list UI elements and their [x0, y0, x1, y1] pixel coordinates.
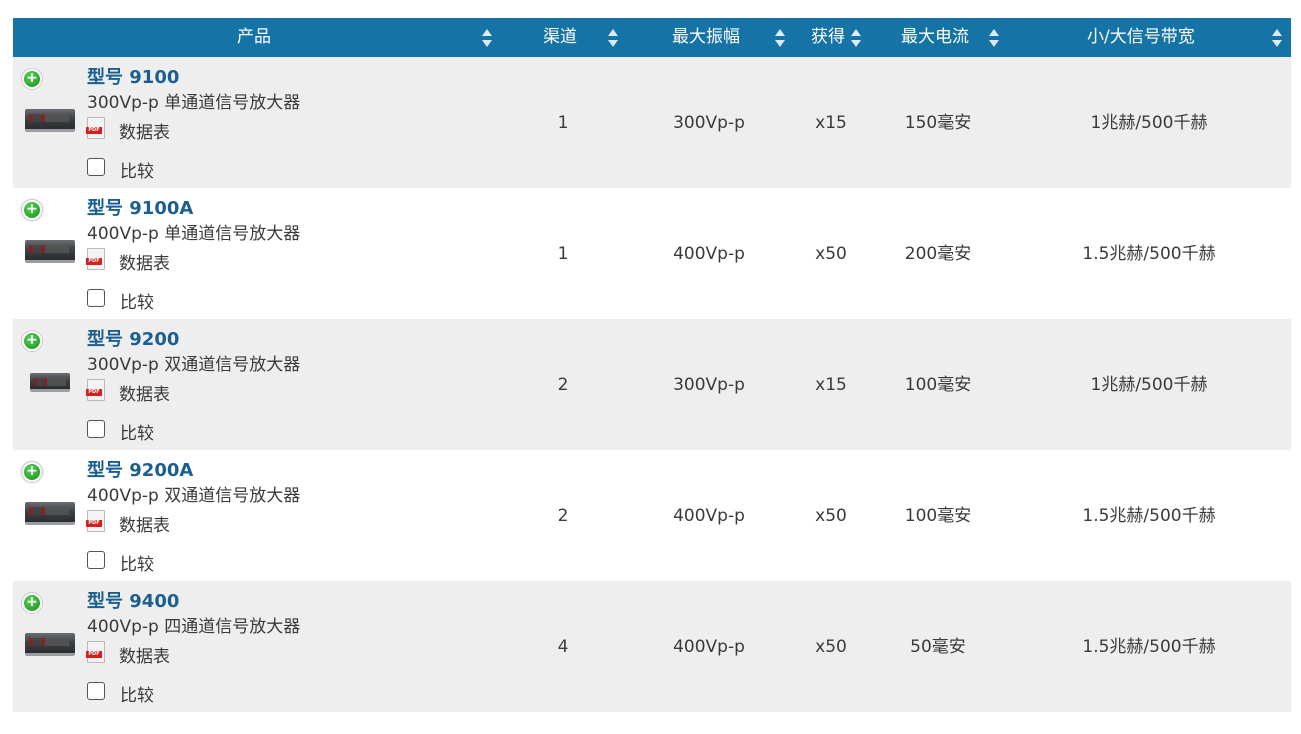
compare-checkbox[interactable] [87, 551, 105, 569]
product-description: 400Vp-p 单通道信号放大器 [87, 224, 301, 244]
gain-value: x15 [815, 113, 847, 133]
table-row: + 型号 9100 300Vp-p 单通道信号放大器 PDF 数据表 比较 1 … [13, 57, 1291, 188]
plus-icon: + [24, 464, 40, 480]
datasheet-link[interactable]: 数据表 [119, 249, 170, 274]
table-row: + 型号 9200A 400Vp-p 双通道信号放大器 PDF 数据表 比较 2… [13, 450, 1291, 581]
sort-product-icon[interactable] [482, 29, 492, 47]
table-row: + 型号 9100A 400Vp-p 单通道信号放大器 PDF 数据表 比较 1… [13, 188, 1291, 319]
add-circle-icon[interactable]: + [21, 592, 43, 614]
column-header-max-amplitude[interactable]: 最大振幅 [672, 18, 740, 57]
plus-icon: + [24, 595, 40, 611]
max-amplitude-value: 300Vp-p [673, 113, 745, 133]
datasheet-link[interactable]: 数据表 [119, 380, 170, 405]
compare-label[interactable]: 比较 [120, 157, 154, 182]
max-current-value: 100毫安 [904, 375, 972, 395]
sort-gain-icon[interactable] [851, 29, 861, 47]
bandwidth-value: 1兆赫/500千赫 [1090, 113, 1208, 133]
compare-label[interactable]: 比较 [120, 550, 154, 575]
compare-label[interactable]: 比较 [120, 681, 154, 706]
max-current-value: 50毫安 [910, 637, 966, 657]
product-comparison-table: 产品 渠道 最大振幅 获得 最大电流 小/大信号带宽 + 型号 9100 300… [13, 18, 1291, 712]
compare-checkbox[interactable] [87, 420, 105, 438]
product-image [25, 240, 75, 263]
gain-value: x15 [815, 375, 847, 395]
max-current-value: 150毫安 [904, 113, 972, 133]
max-amplitude-value: 400Vp-p [673, 506, 745, 526]
datasheet-link[interactable]: 数据表 [119, 642, 170, 667]
product-image [25, 502, 75, 525]
model-link[interactable]: 型号 9400 [87, 587, 179, 613]
compare-label[interactable]: 比较 [120, 288, 154, 313]
datasheet-link[interactable]: 数据表 [119, 511, 170, 536]
model-link[interactable]: 型号 9100 [87, 63, 179, 89]
product-image [30, 373, 70, 392]
pdf-icon[interactable]: PDF [86, 117, 105, 139]
column-header-max-current[interactable]: 最大电流 [901, 18, 969, 57]
model-link[interactable]: 型号 9200 [87, 325, 179, 351]
add-circle-icon[interactable]: + [21, 330, 43, 352]
compare-label[interactable]: 比较 [120, 419, 154, 444]
bandwidth-value: 1.5兆赫/500千赫 [1082, 506, 1216, 526]
product-description: 300Vp-p 双通道信号放大器 [87, 355, 301, 375]
compare-checkbox[interactable] [87, 682, 105, 700]
max-amplitude-value: 400Vp-p [673, 244, 745, 264]
gain-value: x50 [815, 637, 847, 657]
product-image [25, 633, 75, 656]
max-current-value: 200毫安 [904, 244, 972, 264]
bandwidth-value: 1.5兆赫/500千赫 [1082, 244, 1216, 264]
column-header-gain[interactable]: 获得 [811, 18, 845, 57]
channels-value: 2 [557, 375, 569, 395]
pdf-icon[interactable]: PDF [86, 379, 105, 401]
channels-value: 4 [557, 637, 569, 657]
model-link[interactable]: 型号 9200A [87, 456, 193, 482]
product-description: 400Vp-p 四通道信号放大器 [87, 617, 301, 637]
plus-icon: + [24, 202, 40, 218]
channels-value: 2 [557, 506, 569, 526]
compare-checkbox[interactable] [87, 158, 105, 176]
channels-value: 1 [557, 244, 569, 264]
datasheet-link[interactable]: 数据表 [119, 118, 170, 143]
channels-value: 1 [557, 113, 569, 133]
pdf-icon[interactable]: PDF [86, 641, 105, 663]
add-circle-icon[interactable]: + [21, 68, 43, 90]
table-row: + 型号 9400 400Vp-p 四通道信号放大器 PDF 数据表 比较 4 … [13, 581, 1291, 712]
max-current-value: 100毫安 [904, 506, 972, 526]
product-description: 300Vp-p 单通道信号放大器 [87, 93, 301, 113]
column-header-channels[interactable]: 渠道 [543, 18, 577, 57]
max-amplitude-value: 400Vp-p [673, 637, 745, 657]
max-amplitude-value: 300Vp-p [673, 375, 745, 395]
pdf-icon[interactable]: PDF [86, 510, 105, 532]
bandwidth-value: 1兆赫/500千赫 [1090, 375, 1208, 395]
add-circle-icon[interactable]: + [21, 461, 43, 483]
column-header-bandwidth[interactable]: 小/大信号带宽 [1087, 18, 1195, 57]
sort-channels-icon[interactable] [608, 29, 618, 47]
product-image [25, 109, 75, 132]
sort-max-amplitude-icon[interactable] [775, 29, 785, 47]
plus-icon: + [24, 333, 40, 349]
plus-icon: + [24, 71, 40, 87]
table-header: 产品 渠道 最大振幅 获得 最大电流 小/大信号带宽 [13, 18, 1291, 57]
product-description: 400Vp-p 双通道信号放大器 [87, 486, 301, 506]
table-row: + 型号 9200 300Vp-p 双通道信号放大器 PDF 数据表 比较 2 … [13, 319, 1291, 450]
compare-checkbox[interactable] [87, 289, 105, 307]
gain-value: x50 [815, 506, 847, 526]
column-header-product[interactable]: 产品 [237, 18, 271, 57]
bandwidth-value: 1.5兆赫/500千赫 [1082, 637, 1216, 657]
add-circle-icon[interactable]: + [21, 199, 43, 221]
gain-value: x50 [815, 244, 847, 264]
model-link[interactable]: 型号 9100A [87, 194, 193, 220]
sort-bandwidth-icon[interactable] [1272, 29, 1282, 47]
sort-max-current-icon[interactable] [989, 29, 999, 47]
pdf-icon[interactable]: PDF [86, 248, 105, 270]
